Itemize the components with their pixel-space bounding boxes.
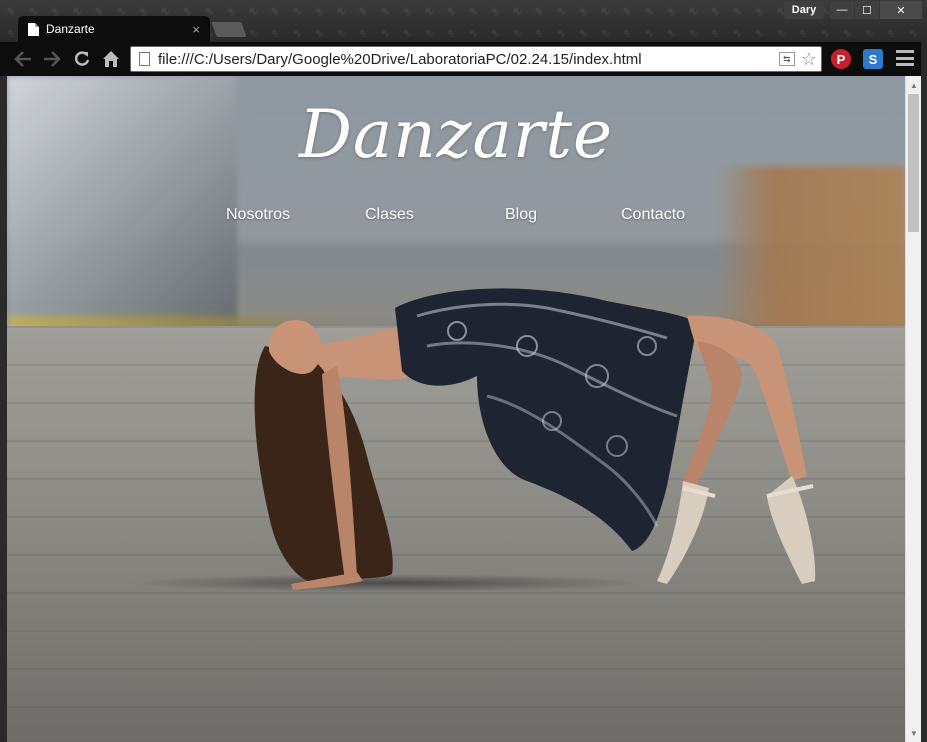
profile-name-badge[interactable]: Dary <box>784 1 824 19</box>
browser-tab[interactable]: Danzarte × <box>18 16 210 42</box>
scroll-down-arrow-icon[interactable]: ▼ <box>906 726 922 740</box>
tab-close-icon[interactable]: × <box>192 22 200 37</box>
nav-link-contacto[interactable]: Contacto <box>621 206 685 224</box>
hamburger-menu-icon[interactable] <box>896 50 914 66</box>
reload-icon[interactable] <box>70 47 94 71</box>
vertical-scrollbar[interactable]: ▲ ▼ <box>905 76 921 742</box>
extension-s-icon[interactable]: S <box>863 49 883 69</box>
nav-link-clases[interactable]: Clases <box>365 206 414 224</box>
minimize-icon[interactable]: — <box>830 1 854 19</box>
scroll-up-arrow-icon[interactable]: ▲ <box>906 78 922 92</box>
new-tab-button[interactable] <box>211 22 247 37</box>
address-bar[interactable]: file:///C:/Users/Dary/Google%20Drive/Lab… <box>130 46 822 72</box>
window-frame-left <box>0 76 7 742</box>
page-icon <box>139 52 150 66</box>
nav-link-nosotros[interactable]: Nosotros <box>226 206 290 224</box>
home-icon[interactable] <box>99 47 123 71</box>
maximize-icon[interactable]: ☐ <box>855 1 879 19</box>
site-brand-logo[interactable]: Danzarte <box>7 96 905 173</box>
pinterest-icon[interactable]: P <box>831 49 851 69</box>
document-icon <box>28 22 39 36</box>
translate-icon[interactable]: ⇆ <box>778 52 795 66</box>
window-frame-right <box>921 42 927 742</box>
scroll-thumb[interactable] <box>908 94 919 232</box>
nav-link-blog[interactable]: Blog <box>505 206 537 224</box>
arrow-left-icon[interactable] <box>11 47 35 71</box>
url-text[interactable]: file:///C:/Users/Dary/Google%20Drive/Lab… <box>158 51 779 68</box>
star-icon[interactable]: ☆ <box>801 49 817 70</box>
tab-title: Danzarte <box>46 22 95 36</box>
window-close-icon[interactable]: ✕ <box>880 1 922 19</box>
arrow-right-icon[interactable] <box>40 47 64 71</box>
window-titlebar: Danzarte × Dary — ☐ ✕ <box>0 0 927 42</box>
site-navigation: Nosotros Clases Blog Contacto <box>7 206 905 230</box>
page-viewport: Danzarte Nosotros Clases Blog Contacto <box>7 76 905 742</box>
dancer-image <box>254 288 816 590</box>
